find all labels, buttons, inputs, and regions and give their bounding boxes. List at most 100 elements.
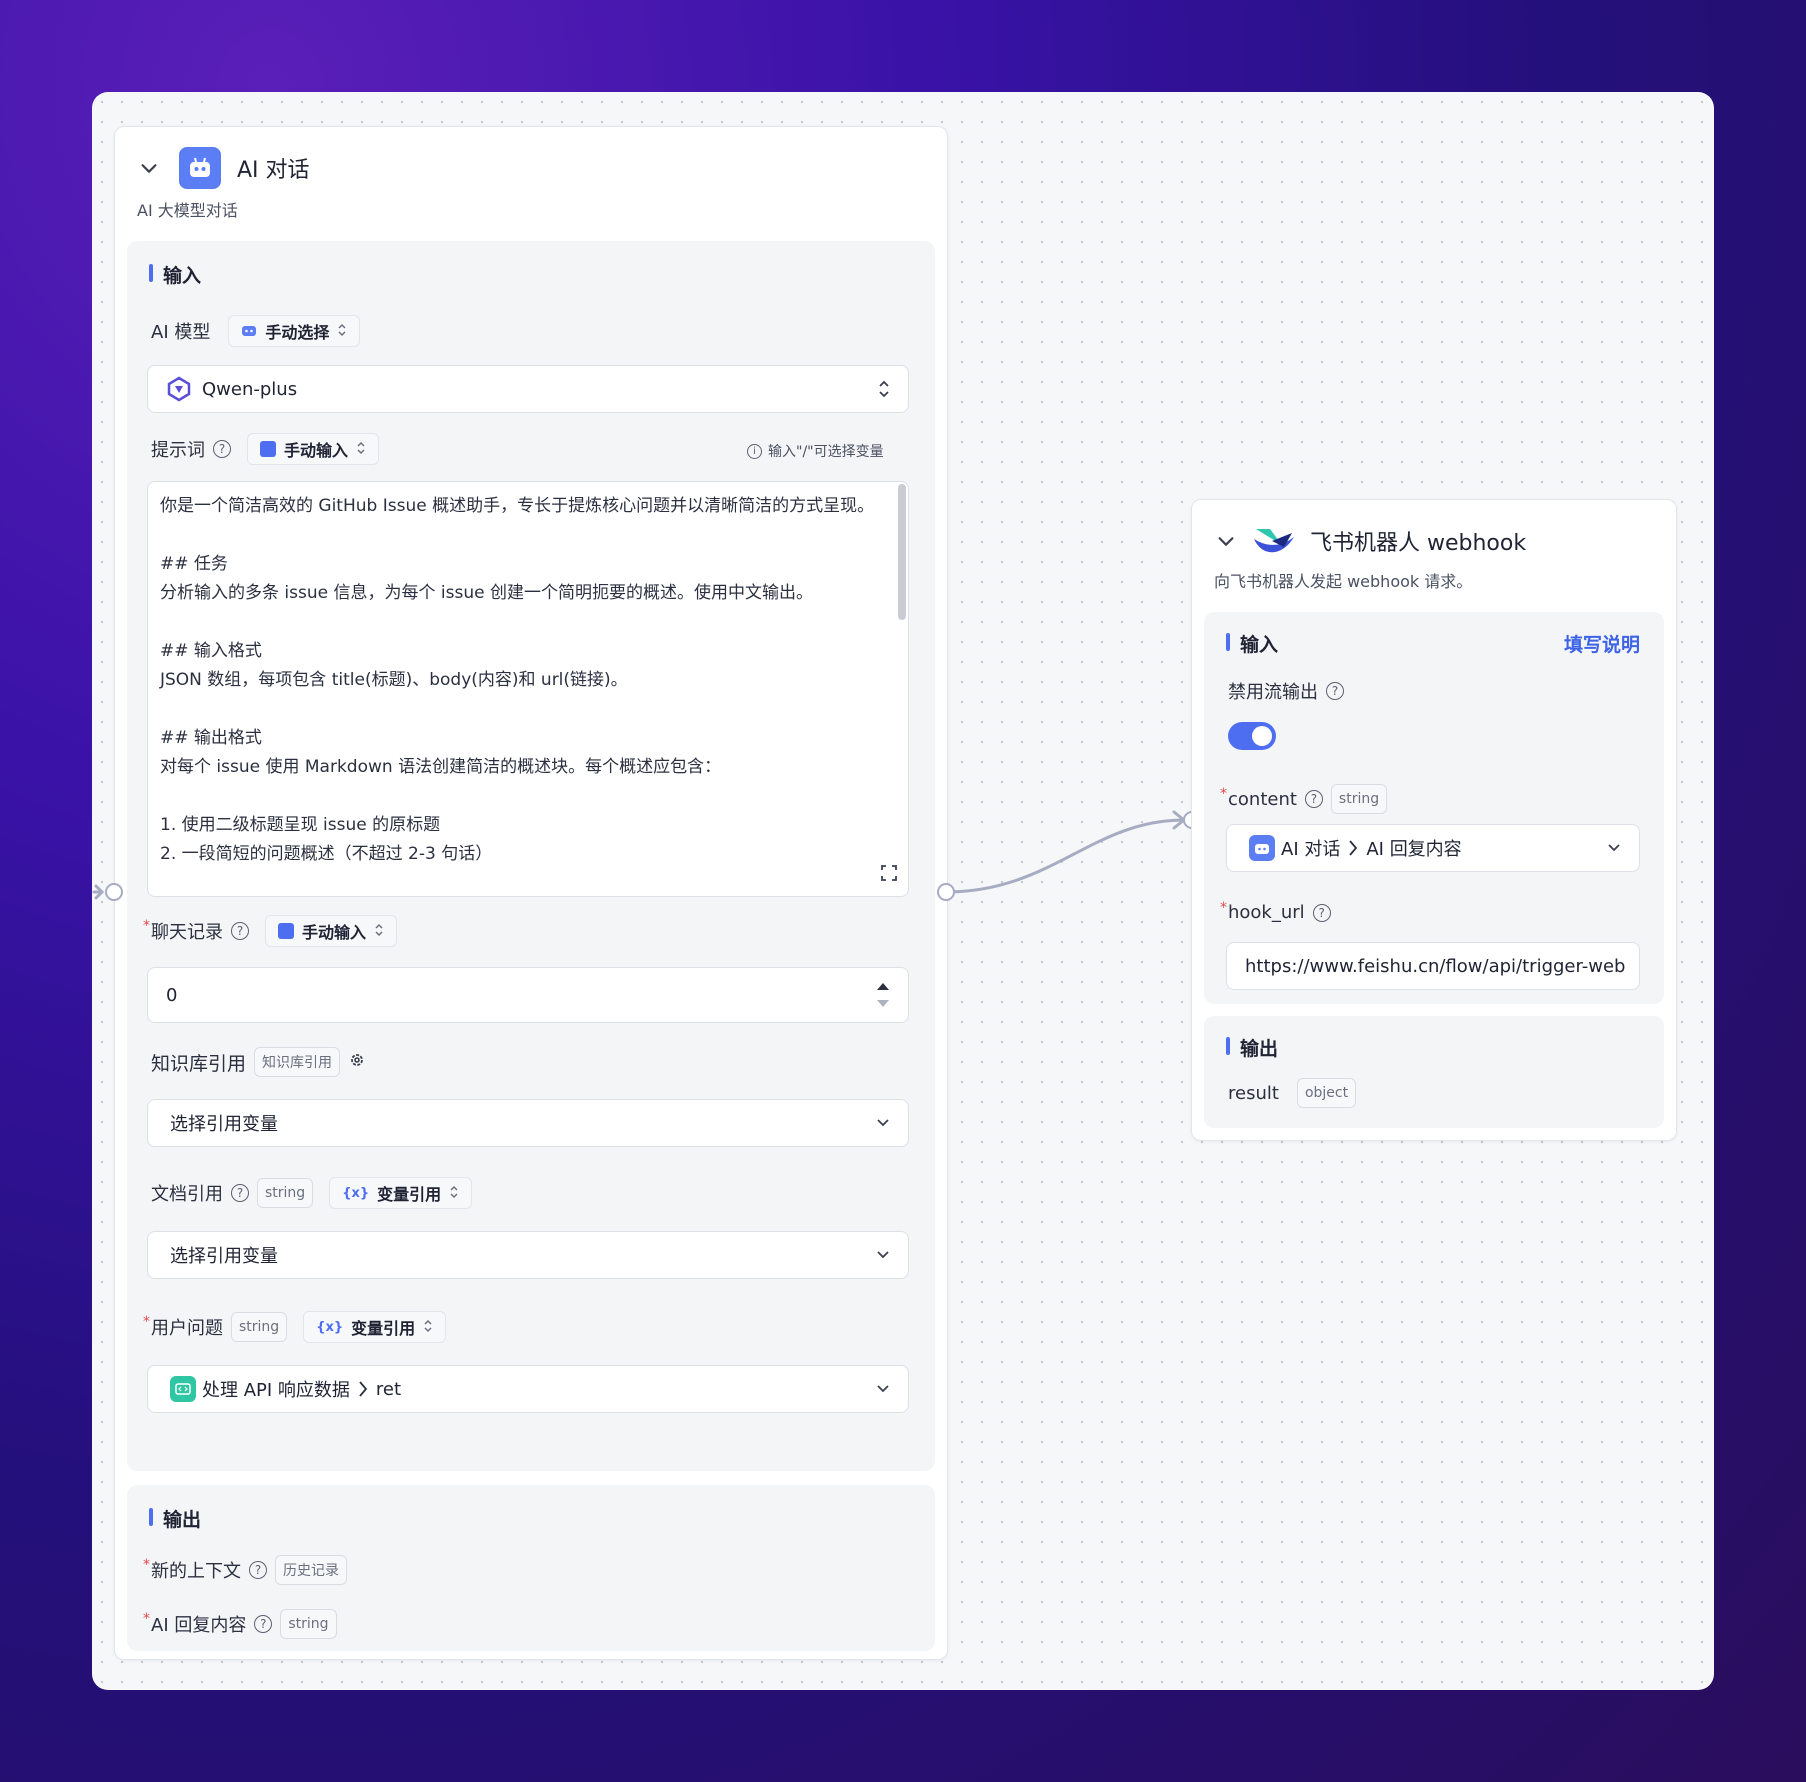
hook-url-input[interactable]: https://www.feishu.cn/flow/api/trigger-w… xyxy=(1226,942,1640,990)
help-icon[interactable]: ? xyxy=(1312,903,1331,922)
robot-icon xyxy=(1249,835,1275,861)
updown-icon xyxy=(356,440,366,459)
node-header: AI 对话 xyxy=(135,147,310,189)
history-label-row: * 聊天记录 ? 手动输入 xyxy=(143,915,398,947)
collapse-chevron-icon[interactable] xyxy=(1212,527,1240,555)
help-icon[interactable]: ? xyxy=(231,922,249,940)
stream-toggle[interactable] xyxy=(1228,722,1276,750)
updown-icon xyxy=(423,1318,433,1337)
model-value: Qwen-plus xyxy=(202,378,298,400)
model-select[interactable]: Qwen-plus xyxy=(147,365,909,413)
stream-label: 禁用流输出 xyxy=(1228,682,1318,703)
prompt-textarea[interactable]: 你是一个简洁高效的 GitHub Issue 概述助手，专长于提炼核心问题并以清… xyxy=(147,481,909,897)
required-mark: * xyxy=(143,918,150,934)
reply-tag: string xyxy=(280,1609,337,1639)
node-title: AI 对话 xyxy=(237,158,310,183)
history-label: 聊天记录 xyxy=(151,922,223,943)
help-icon[interactable]: ? xyxy=(1326,682,1344,700)
section-title: 输入 xyxy=(1226,630,1278,657)
gear-icon[interactable] xyxy=(348,1051,366,1074)
history-value: 0 xyxy=(166,984,178,1006)
question-field: ret xyxy=(375,1378,402,1400)
number-input-icon xyxy=(278,923,294,939)
section-title: 输出 xyxy=(1226,1034,1278,1061)
stepper-icon[interactable] xyxy=(876,981,890,1009)
chevron-down-icon xyxy=(876,1118,890,1128)
feishu-webhook-node[interactable]: 飞书机器人 webhook 向飞书机器人发起 webhook 请求。 输入 填写… xyxy=(1191,499,1677,1141)
question-mode-label: 变量引用 xyxy=(351,1319,416,1338)
help-link[interactable]: 填写说明 xyxy=(1564,630,1640,657)
prompt-label: 提示词 xyxy=(151,440,205,461)
help-icon[interactable]: ? xyxy=(231,1184,249,1202)
result-label: result xyxy=(1228,1082,1279,1104)
chevron-down-icon xyxy=(1607,843,1621,853)
doc-mode-select[interactable]: {x} 变量引用 xyxy=(329,1177,473,1209)
content-source: AI 对话 xyxy=(1281,839,1341,860)
content-type-tag: string xyxy=(1330,784,1388,814)
kb-label-row: 知识库引用 知识库引用 xyxy=(151,1047,366,1077)
code-node-icon xyxy=(170,1376,196,1402)
prompt-mode-select[interactable]: 手动输入 xyxy=(247,433,380,465)
workflow-canvas[interactable]: AI 对话 AI 大模型对话 输入 AI 模型 手动选择 Qwen-plus 提… xyxy=(92,92,1714,1690)
chevron-down-icon xyxy=(876,1250,890,1260)
expand-icon[interactable] xyxy=(880,864,898,886)
ai-output-port[interactable] xyxy=(937,883,955,901)
doc-mode-label: 变量引用 xyxy=(377,1185,442,1204)
kb-placeholder: 选择引用变量 xyxy=(170,1114,278,1135)
kb-select[interactable]: 选择引用变量 xyxy=(147,1099,909,1147)
model-mode-select[interactable]: 手动选择 xyxy=(228,315,361,347)
help-icon[interactable]: ? xyxy=(249,1561,267,1579)
ai-chat-node[interactable]: AI 对话 AI 大模型对话 输入 AI 模型 手动选择 Qwen-plus 提… xyxy=(114,126,948,1660)
question-mode-select[interactable]: {x} 变量引用 xyxy=(303,1311,447,1343)
node-title: 飞书机器人 webhook xyxy=(1310,531,1527,556)
collapse-chevron-icon[interactable] xyxy=(135,154,163,182)
model-label: AI 模型 xyxy=(151,322,211,343)
prompt-scrollbar[interactable] xyxy=(898,484,906,620)
chevron-right-icon xyxy=(358,1380,368,1398)
doc-label-row: 文档引用 ? string {x} 变量引用 xyxy=(151,1177,473,1209)
result-type-tag: object xyxy=(1296,1078,1357,1108)
ctx-tag: 历史记录 xyxy=(275,1555,347,1585)
prompt-hint-row: i 输入"/"可选择变量 xyxy=(747,441,884,461)
robot-icon xyxy=(241,322,257,341)
updown-icon xyxy=(337,322,347,341)
doc-select[interactable]: 选择引用变量 xyxy=(147,1231,909,1279)
ai-input-port[interactable] xyxy=(105,883,123,901)
reply-output-row: * AI 回复内容 ? string xyxy=(143,1609,337,1639)
content-label: content xyxy=(1228,788,1297,810)
robot-icon xyxy=(179,147,221,189)
question-label-row: * 用户问题 string {x} 变量引用 xyxy=(143,1311,447,1343)
output-section: 输出 result object xyxy=(1204,1016,1664,1128)
kb-label: 知识库引用 xyxy=(151,1052,247,1075)
required-mark: * xyxy=(143,1557,150,1573)
history-mode-select[interactable]: 手动输入 xyxy=(265,915,398,947)
question-type-tag: string xyxy=(231,1312,288,1342)
variable-icon: {x} xyxy=(342,1185,370,1201)
qwen-logo-icon xyxy=(166,376,192,402)
history-number-input[interactable]: 0 xyxy=(147,967,909,1023)
info-icon: i xyxy=(747,443,762,459)
node-subtitle: AI 大模型对话 xyxy=(137,201,238,220)
hook-label: hook_url xyxy=(1228,902,1305,923)
section-title: 输入 xyxy=(149,261,201,288)
feishu-logo-icon xyxy=(1252,520,1296,562)
help-icon[interactable]: ? xyxy=(254,1615,273,1633)
question-select[interactable]: 处理 API 响应数据 ret xyxy=(147,1365,909,1413)
question-source: 处理 API 响应数据 xyxy=(202,1380,350,1401)
help-icon[interactable]: ? xyxy=(1304,790,1323,808)
required-mark: * xyxy=(1220,786,1227,802)
content-select[interactable]: AI 对话 AI 回复内容 xyxy=(1226,824,1640,872)
content-field: AI 回复内容 xyxy=(1366,839,1462,860)
history-mode-label: 手动输入 xyxy=(302,923,367,942)
help-icon[interactable]: ? xyxy=(213,440,231,458)
input-section: 输入 填写说明 禁用流输出 ? * content ? string AI 对话… xyxy=(1204,612,1664,1004)
prompt-hint: 输入"/"可选择变量 xyxy=(768,444,884,460)
doc-label: 文档引用 xyxy=(151,1184,223,1205)
question-label: 用户问题 xyxy=(151,1318,223,1339)
input-section: 输入 AI 模型 手动选择 Qwen-plus 提示词 ? 手动输入 i 输入"… xyxy=(127,241,935,1471)
updown-icon xyxy=(878,380,890,398)
chevron-right-icon xyxy=(1348,839,1358,857)
stream-label-row: 禁用流输出 ? xyxy=(1228,678,1344,704)
required-mark: * xyxy=(143,1314,150,1330)
kb-tag: 知识库引用 xyxy=(254,1047,341,1077)
